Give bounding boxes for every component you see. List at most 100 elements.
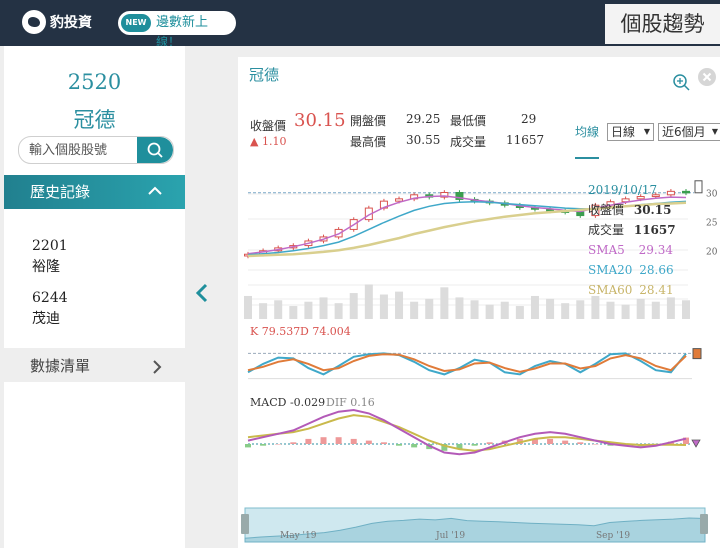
volume-bar — [515, 306, 524, 319]
page-title: 個股趨勢 — [605, 4, 720, 44]
volume-bar — [651, 301, 660, 319]
stock-search-input[interactable] — [19, 137, 141, 163]
volume-bar — [304, 301, 313, 319]
volume-bar — [621, 304, 630, 319]
history-list: 2201 裕隆 6244 茂迪 — [32, 236, 68, 340]
data-list-section[interactable]: 數據清單 — [4, 348, 185, 382]
macd-histogram-bar — [396, 444, 403, 446]
macd-histogram-bar — [486, 442, 493, 444]
search-icon — [147, 142, 163, 158]
volume-bar — [395, 291, 404, 319]
price-tick-label: 20 — [706, 247, 718, 257]
navigator-month-label: May '19 — [280, 531, 317, 541]
data-tooltip: 2019/10/17 收盤價 30.15 成交量 11657 SMA5 29.3… — [588, 180, 698, 300]
tooltip-sma5-label: SMA5 — [588, 243, 625, 257]
dif-value-label: DIF 0.16 — [326, 396, 375, 409]
price-tick-label: 25 — [706, 219, 718, 229]
navigator-right-handle — [700, 514, 708, 534]
kd-indicator-panel — [247, 348, 702, 380]
volume-bar — [682, 300, 690, 319]
news-banner[interactable]: NEW 邊數新上 — [118, 11, 236, 35]
history-item[interactable]: 6244 茂迪 — [32, 288, 68, 330]
tooltip-volume: 11657 — [633, 223, 676, 237]
macd-histogram-bar — [350, 438, 357, 444]
volume-bar — [576, 300, 585, 319]
macd-histogram-bar — [592, 444, 599, 445]
candle-body — [395, 198, 404, 202]
macd-histogram-bar — [290, 442, 297, 444]
collapse-sidebar-icon[interactable] — [194, 283, 210, 303]
logo[interactable]: 豹投資 — [22, 9, 92, 35]
tooltip-volume-label: 成交量 — [588, 223, 625, 237]
range-navigator[interactable]: May '19 Jul '19 Sep '19 — [241, 507, 708, 543]
tooltip-sma20: 28.66 — [639, 263, 674, 277]
volume-bar — [636, 298, 645, 319]
history-title: 歷史記錄 — [30, 183, 91, 201]
macd-indicator-panel — [245, 408, 701, 456]
volume-bar — [455, 297, 464, 319]
navigator-month-label: Jul '19 — [435, 531, 465, 541]
history-item-code: 2201 — [32, 238, 68, 254]
macd-histogram-bar — [547, 438, 554, 444]
macd-histogram-bar — [562, 440, 569, 444]
tooltip-sma5: 29.34 — [638, 243, 673, 257]
volume-bar — [334, 303, 343, 319]
macd-histogram-bar — [260, 444, 267, 446]
volume-bar — [606, 301, 615, 319]
volume-bar — [274, 300, 283, 319]
volume-bar — [379, 294, 388, 319]
volume-bar — [440, 287, 449, 319]
history-item-code: 6244 — [32, 290, 68, 306]
stock-chart[interactable]: 20 25 30 K 79.537 D 74.004 MACD -0.029 DIF… — [238, 57, 720, 548]
macd-value-label: MACD -0.029 — [250, 396, 325, 409]
volume-bar — [485, 304, 494, 319]
stock-name: 冠德 — [73, 108, 116, 132]
chevron-up-icon — [148, 186, 162, 195]
tooltip-close-label: 收盤價 — [588, 203, 625, 217]
k-value-label: K 79.537 — [250, 325, 300, 338]
volume-bar — [289, 306, 298, 319]
navigator-left-handle — [241, 514, 249, 534]
dif-line — [247, 408, 687, 456]
chevron-right-icon — [153, 360, 162, 374]
volume-bar — [364, 284, 373, 319]
history-section-header[interactable]: 歷史記錄 — [4, 175, 185, 209]
news-text: 邊數新上 — [156, 15, 209, 30]
search-button[interactable] — [137, 137, 173, 163]
volume-bar — [244, 295, 252, 319]
macd-histogram-bar — [245, 444, 251, 448]
volume-bar — [530, 295, 539, 319]
volume-bar — [319, 297, 328, 319]
chart-card: 冠德 收盤價 30.15 ▲ 1.10 開盤價 29.25 最高價 30.55 … — [238, 57, 720, 548]
history-item-name: 裕隆 — [32, 259, 60, 275]
macd-histogram-bar — [471, 444, 478, 446]
leopard-logo-icon — [22, 10, 46, 34]
tooltip-close: 30.15 — [633, 203, 672, 217]
kd-marker — [692, 348, 702, 360]
volume-bar — [349, 293, 358, 319]
volume-bar — [546, 298, 555, 319]
history-item[interactable]: 2201 裕隆 — [32, 236, 68, 278]
stock-search — [18, 136, 174, 164]
volume-bar — [470, 300, 479, 319]
macd-histogram-bar — [320, 437, 327, 444]
macd-histogram-bar — [275, 444, 282, 445]
new-badge: NEW — [121, 14, 151, 32]
data-list-title: 數據清單 — [30, 357, 91, 375]
tooltip-sma20-label: SMA20 — [588, 263, 633, 277]
price-axis-ticks: 20 25 30 — [694, 180, 718, 257]
macd-histogram-bar — [365, 440, 372, 444]
tooltip-date: 2019/10/17 — [588, 183, 658, 197]
macd-histogram-bar — [411, 444, 418, 448]
macd-histogram-bar — [380, 442, 387, 444]
navigator-month-label: Sep '19 — [596, 531, 630, 541]
history-item-name: 茂迪 — [32, 311, 60, 327]
candle-body — [576, 211, 585, 217]
d-value-label: D 74.004 — [300, 325, 351, 338]
top-bar: 豹投資 NEW 邊數新上 個股趨勢 — [0, 0, 720, 46]
tooltip-sma60: 28.41 — [639, 283, 674, 297]
macd-histogram-bar — [335, 437, 342, 444]
volume-bar — [666, 297, 675, 319]
volume-bar — [500, 301, 509, 319]
stock-code: 2520 — [67, 70, 122, 94]
